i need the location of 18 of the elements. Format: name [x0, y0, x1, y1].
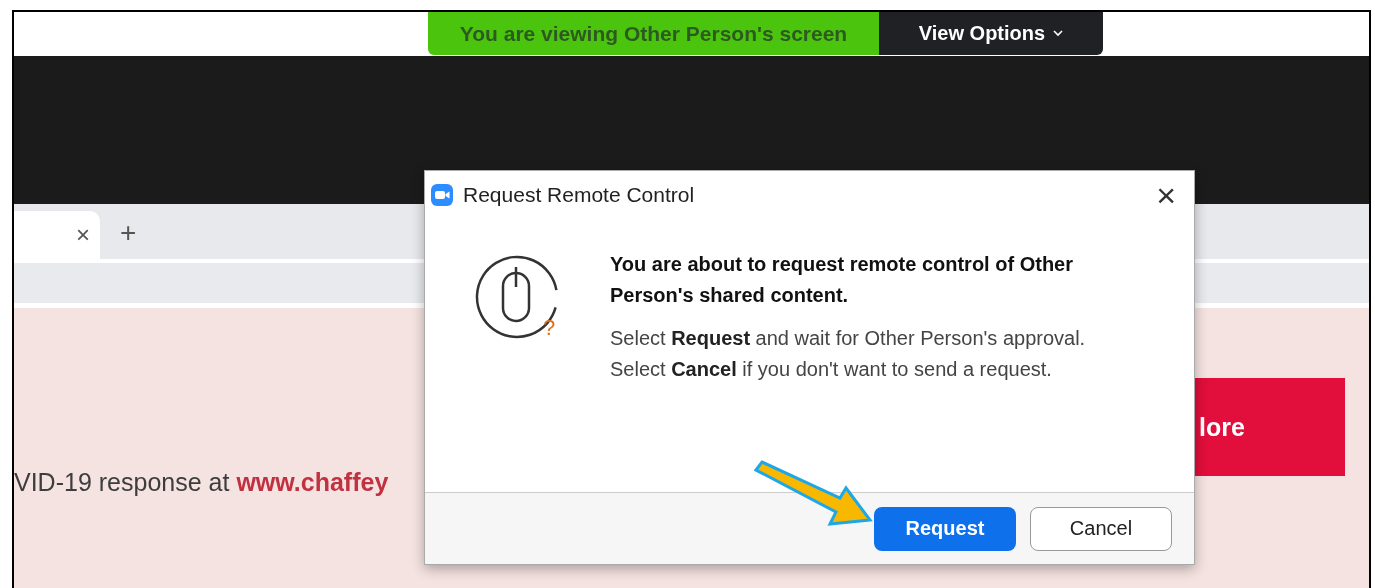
- dialog-heading: You are about to request remote control of Other Person's shared content.: [610, 252, 1074, 308]
- browser-tab[interactable]: ×: [14, 211, 100, 259]
- page-text: VID-19 response at: [14, 468, 230, 496]
- video-camera-icon: [431, 184, 453, 206]
- request-button[interactable]: Request: [874, 506, 1016, 551]
- instruction-text: Select Request and wait for Other Person's approval.: [610, 326, 1087, 351]
- question-mark: ?: [543, 315, 556, 341]
- view-options-button[interactable]: View Options: [879, 12, 1103, 55]
- viewing-banner: You are viewing Other Person's screen: [428, 12, 879, 55]
- cancel-button[interactable]: Cancel: [1030, 506, 1172, 551]
- instruction-text: Select Cancel if you don't want to send a request.: [610, 357, 1053, 382]
- learn-more-button[interactable]: lore: [1195, 378, 1345, 476]
- new-tab-button[interactable]: +: [120, 217, 137, 249]
- chevron-icon: [1053, 30, 1064, 37]
- dialog-title: Request Remote Control: [463, 183, 696, 207]
- tab-close-button[interactable]: ×: [76, 221, 90, 249]
- close-button[interactable]: ×: [1144, 178, 1188, 212]
- page-link[interactable]: www.chaffey: [236, 468, 389, 496]
